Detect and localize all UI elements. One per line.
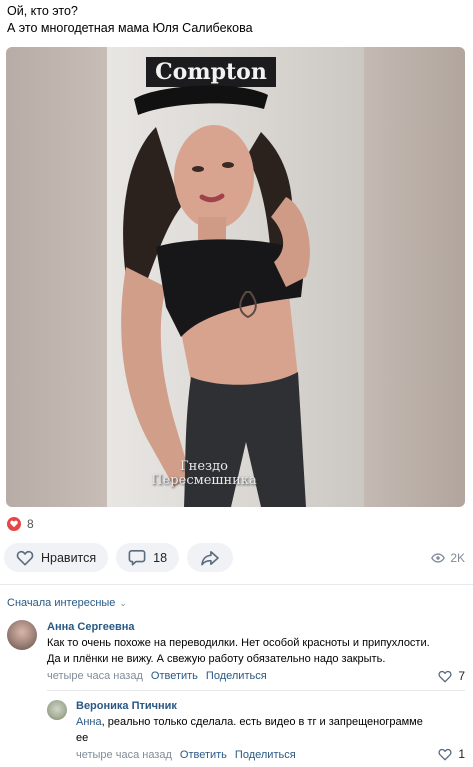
watermark-line1: Гнездо <box>180 459 228 474</box>
photo-illustration: Compton <box>121 57 310 507</box>
post-text-line2: А это многодетная мама Юля Салибекова <box>7 21 253 35</box>
comment-text-line1: Анна, реально только сделала. есть видео… <box>76 714 466 730</box>
heart-outline-icon <box>438 670 452 682</box>
post-text: Ой, кто это? А это многодетная мама Юля … <box>7 3 253 37</box>
heart-filled-icon <box>7 517 21 531</box>
comments-sort-label: Сначала интересные <box>7 597 116 609</box>
face-shape <box>174 125 254 229</box>
cap-text: Compton <box>155 59 267 85</box>
comment-text: Как то очень похоже на переводилки. Нет … <box>47 635 467 667</box>
watermark-line2: Пересмешника <box>151 473 257 488</box>
comment-author[interactable]: Анна Сергеевна <box>47 621 135 633</box>
comments-sort-dropdown[interactable]: Сначала интересные ⌄ <box>7 597 127 609</box>
comment-time[interactable]: четыре часа назад <box>76 749 172 761</box>
avatar[interactable] <box>47 700 67 720</box>
comment-share-button[interactable]: Поделиться <box>206 670 267 682</box>
avatar[interactable] <box>7 620 37 650</box>
heart-outline-icon <box>16 550 34 565</box>
like-button[interactable]: Нравится <box>4 543 109 572</box>
comment-like-count: 7 <box>458 669 465 683</box>
comments-button[interactable]: 18 <box>116 543 180 572</box>
heart-outline-icon <box>438 748 452 760</box>
comment-text: Анна, реально только сделала. есть видео… <box>76 714 466 746</box>
post-actions: Нравится 18 <box>4 543 234 572</box>
comments-count: 18 <box>153 550 168 565</box>
comment-reply-button[interactable]: Ответить <box>151 670 198 682</box>
reaction-summary[interactable]: 8 <box>7 517 34 531</box>
share-arrow-icon <box>201 550 219 565</box>
comment-like-button[interactable]: 7 <box>438 669 465 683</box>
views-counter: 2K <box>431 551 465 565</box>
comment-meta: четыре часа назад Ответить Поделиться <box>76 749 296 761</box>
chevron-down-icon: ⌄ <box>119 597 127 608</box>
comment-text-line2: Да и плёнки не вижу. А свежую работу обя… <box>47 653 386 665</box>
post-text-line1: Ой, кто это? <box>7 4 78 18</box>
comment-share-button[interactable]: Поделиться <box>235 749 296 761</box>
comment-bubble-icon <box>128 549 146 566</box>
comment-like-count: 1 <box>458 747 465 761</box>
views-count: 2K <box>450 551 465 565</box>
comment-like-button[interactable]: 1 <box>438 747 465 761</box>
comment-time[interactable]: четыре часа назад <box>47 670 143 682</box>
share-button[interactable] <box>187 543 234 572</box>
cap-brim-shape <box>134 85 268 115</box>
post-photo[interactable]: Compton Гнездо Пересмешника <box>6 47 465 507</box>
reaction-count: 8 <box>27 517 34 531</box>
like-button-label: Нравится <box>41 550 97 565</box>
comment-mention-link[interactable]: Анна <box>76 716 102 728</box>
comment-divider <box>47 690 465 691</box>
comment-text-line2: ее <box>76 732 89 744</box>
eye-icon <box>431 553 446 563</box>
comment-text-line1: Как то очень похоже на переводилки. Нет … <box>47 637 430 649</box>
section-divider <box>0 584 473 585</box>
comment-meta: четыре часа назад Ответить Поделиться <box>47 670 267 682</box>
comment-text-body: , реально только сделала. есть видео в т… <box>101 716 423 728</box>
comment-reply-button[interactable]: Ответить <box>180 749 227 761</box>
comment-author[interactable]: Вероника Птичник <box>76 700 177 712</box>
